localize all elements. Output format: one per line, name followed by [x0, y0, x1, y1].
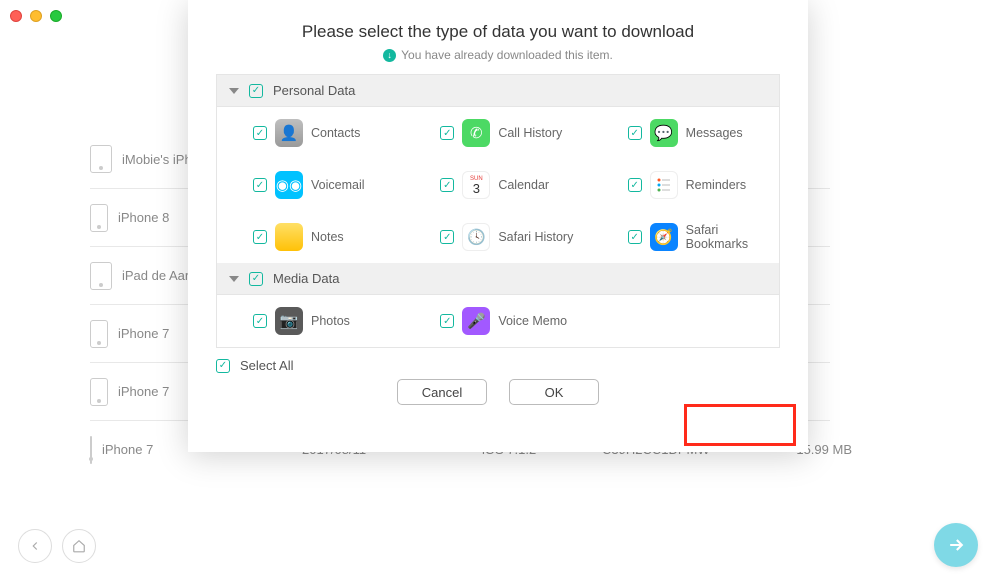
item-messages[interactable]: ✓ 💬 Messages	[592, 107, 779, 159]
back-button[interactable]	[18, 529, 52, 563]
item-checkbox[interactable]: ✓	[440, 230, 454, 244]
ok-highlight	[684, 404, 796, 446]
item-label: Safari History	[498, 230, 573, 244]
notes-icon	[275, 223, 303, 251]
home-button[interactable]	[62, 529, 96, 563]
calendar-icon: SUN3	[462, 171, 490, 199]
item-checkbox[interactable]: ✓	[253, 178, 267, 192]
voice-memo-icon: 🎤	[462, 307, 490, 335]
modal-subtitle-text: You have already downloaded this item.	[401, 48, 613, 62]
item-label: Contacts	[311, 126, 360, 140]
item-label: Calendar	[498, 178, 549, 192]
item-contacts[interactable]: ✓ 👤 Contacts	[217, 107, 404, 159]
photos-icon: 📷	[275, 307, 303, 335]
modal-buttons: Cancel OK	[188, 379, 808, 405]
item-checkbox[interactable]: ✓	[253, 314, 267, 328]
personal-items: ✓ 👤 Contacts ✓ ✆ Call History ✓ 💬 Messages ✓ ◉◉…	[217, 107, 779, 263]
item-calendar[interactable]: ✓ SUN3 Calendar	[404, 159, 591, 211]
item-checkbox[interactable]: ✓	[628, 230, 642, 244]
device-icon	[90, 320, 108, 348]
item-reminders[interactable]: ✓ Reminders	[592, 159, 779, 211]
section-checkbox[interactable]: ✓	[249, 84, 263, 98]
media-data-header[interactable]: ✓ Media Data	[217, 263, 779, 295]
item-safari-history[interactable]: ✓ 🕓 Safari History	[404, 211, 591, 263]
personal-data-header[interactable]: ✓ Personal Data	[217, 75, 779, 107]
next-button[interactable]	[934, 523, 978, 567]
contacts-icon: 👤	[275, 119, 303, 147]
reminders-icon	[650, 171, 678, 199]
item-label: Voicemail	[311, 178, 365, 192]
item-checkbox[interactable]: ✓	[440, 314, 454, 328]
item-label: Photos	[311, 314, 350, 328]
section-checkbox[interactable]: ✓	[249, 272, 263, 286]
item-voice-memo[interactable]: ✓ 🎤 Voice Memo	[404, 295, 591, 347]
select-all-label: Select All	[240, 358, 293, 373]
safari-history-icon: 🕓	[462, 223, 490, 251]
voicemail-icon: ◉◉	[275, 171, 303, 199]
window-controls[interactable]	[10, 10, 62, 22]
item-label: Messages	[686, 126, 743, 140]
device-icon	[90, 262, 112, 290]
device-icon	[90, 204, 108, 232]
minimize-window-icon[interactable]	[30, 10, 42, 22]
modal-title: Please select the type of data you want …	[188, 22, 808, 42]
item-label: Safari Bookmarks	[686, 223, 769, 251]
footer-nav	[18, 529, 96, 563]
select-all-checkbox[interactable]: ✓	[216, 359, 230, 373]
messages-icon: 💬	[650, 119, 678, 147]
section-label: Personal Data	[273, 83, 355, 98]
item-label: Reminders	[686, 178, 746, 192]
modal-subtitle: ↓ You have already downloaded this item.	[188, 48, 808, 62]
item-checkbox[interactable]: ✓	[253, 230, 267, 244]
item-photos[interactable]: ✓ 📷 Photos	[217, 295, 404, 347]
item-checkbox[interactable]: ✓	[253, 126, 267, 140]
item-checkbox[interactable]: ✓	[628, 178, 642, 192]
cancel-button[interactable]: Cancel	[397, 379, 487, 405]
safari-bookmarks-icon: 🧭	[650, 223, 678, 251]
chevron-down-icon	[229, 276, 239, 282]
downloaded-icon: ↓	[383, 49, 396, 62]
item-checkbox[interactable]: ✓	[440, 178, 454, 192]
close-window-icon[interactable]	[10, 10, 22, 22]
item-checkbox[interactable]: ✓	[440, 126, 454, 140]
device-icon	[90, 436, 92, 464]
item-checkbox[interactable]: ✓	[628, 126, 642, 140]
item-safari-bookmarks[interactable]: ✓ 🧭 Safari Bookmarks	[592, 211, 779, 263]
device-icon	[90, 378, 108, 406]
item-label: Notes	[311, 230, 344, 244]
item-label: Voice Memo	[498, 314, 567, 328]
item-call-history[interactable]: ✓ ✆ Call History	[404, 107, 591, 159]
zoom-window-icon[interactable]	[50, 10, 62, 22]
device-icon	[90, 145, 112, 173]
ok-button[interactable]: OK	[509, 379, 599, 405]
select-all-row[interactable]: ✓ Select All	[188, 358, 808, 373]
selection-panel: ✓ Personal Data ✓ 👤 Contacts ✓ ✆ Call Histor…	[216, 74, 780, 348]
section-label: Media Data	[273, 271, 339, 286]
data-selection-modal: Please select the type of data you want …	[188, 0, 808, 452]
item-voicemail[interactable]: ✓ ◉◉ Voicemail	[217, 159, 404, 211]
media-items: ✓ 📷 Photos ✓ 🎤 Voice Memo	[217, 295, 779, 347]
item-label: Call History	[498, 126, 562, 140]
item-notes[interactable]: ✓ Notes	[217, 211, 404, 263]
chevron-down-icon	[229, 88, 239, 94]
phone-icon: ✆	[462, 119, 490, 147]
